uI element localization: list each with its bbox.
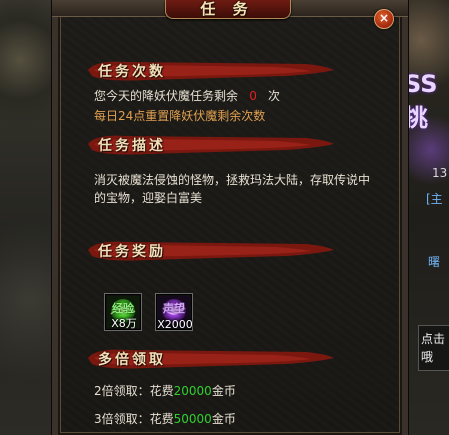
section-heading-count: 任务次数 — [86, 56, 336, 86]
game-world-left — [0, 0, 60, 435]
side-blue-text: 曙 — [428, 255, 441, 269]
multi-claim-3x[interactable]: 3倍领取：花费50000金币 — [94, 411, 236, 428]
multi-claim-2x[interactable]: 2倍领取：花费20000金币 — [94, 383, 236, 400]
claim-amount: 20000 — [173, 384, 212, 398]
reward-count: X2000 — [157, 318, 193, 331]
boss-banner-text: SS挑 — [404, 70, 438, 132]
claim-amount: 50000 — [173, 412, 212, 426]
remaining-count-line: 您今天的降妖伏魔任务剩余 0 次 — [94, 88, 280, 105]
side-number: 13 — [432, 166, 448, 180]
close-icon: × — [378, 11, 390, 25]
description-text: 消灭被魔法侵蚀的怪物，拯救玛法大陆，存取传说中的宝物，迎娶白富美 — [94, 173, 371, 205]
section-heading-multi: 多倍领取 — [86, 344, 336, 374]
reward-name: 经验 — [112, 302, 134, 315]
section-heading-label: 多倍领取 — [98, 352, 166, 368]
remaining-suffix: 次 — [268, 89, 281, 103]
claim-prefix: 3倍领取：花费 — [94, 412, 174, 426]
side-hint-popup[interactable]: 点击 哦 — [418, 325, 449, 371]
reward-name: 声望 — [163, 302, 185, 315]
section-heading-label: 任务奖励 — [98, 244, 166, 260]
side-bracket-text: [主 — [426, 192, 443, 206]
section-heading-label: 任务次数 — [98, 64, 166, 80]
reward-count: X8万 — [111, 317, 137, 330]
claim-prefix: 2倍领取：花费 — [94, 384, 174, 398]
claim-suffix: 金币 — [211, 384, 236, 398]
remaining-prefix: 您今天的降妖伏魔任务剩余 — [94, 89, 239, 103]
reward-slot-exp[interactable]: 经验 X8万 — [104, 293, 142, 331]
remaining-value: 0 — [249, 89, 257, 103]
dialog-title: 任 务 — [200, 0, 254, 18]
claim-suffix: 金币 — [211, 412, 236, 426]
section-heading-rewards: 任务奖励 — [86, 236, 336, 266]
section-heading-description: 任务描述 — [86, 130, 336, 160]
close-button[interactable]: × — [374, 9, 394, 29]
reward-slot-prestige[interactable]: 声望 X2000 — [155, 293, 193, 331]
section-heading-label: 任务描述 — [98, 138, 166, 154]
reset-note: 每日24点重置降妖伏魔剩余次数 — [94, 109, 266, 123]
